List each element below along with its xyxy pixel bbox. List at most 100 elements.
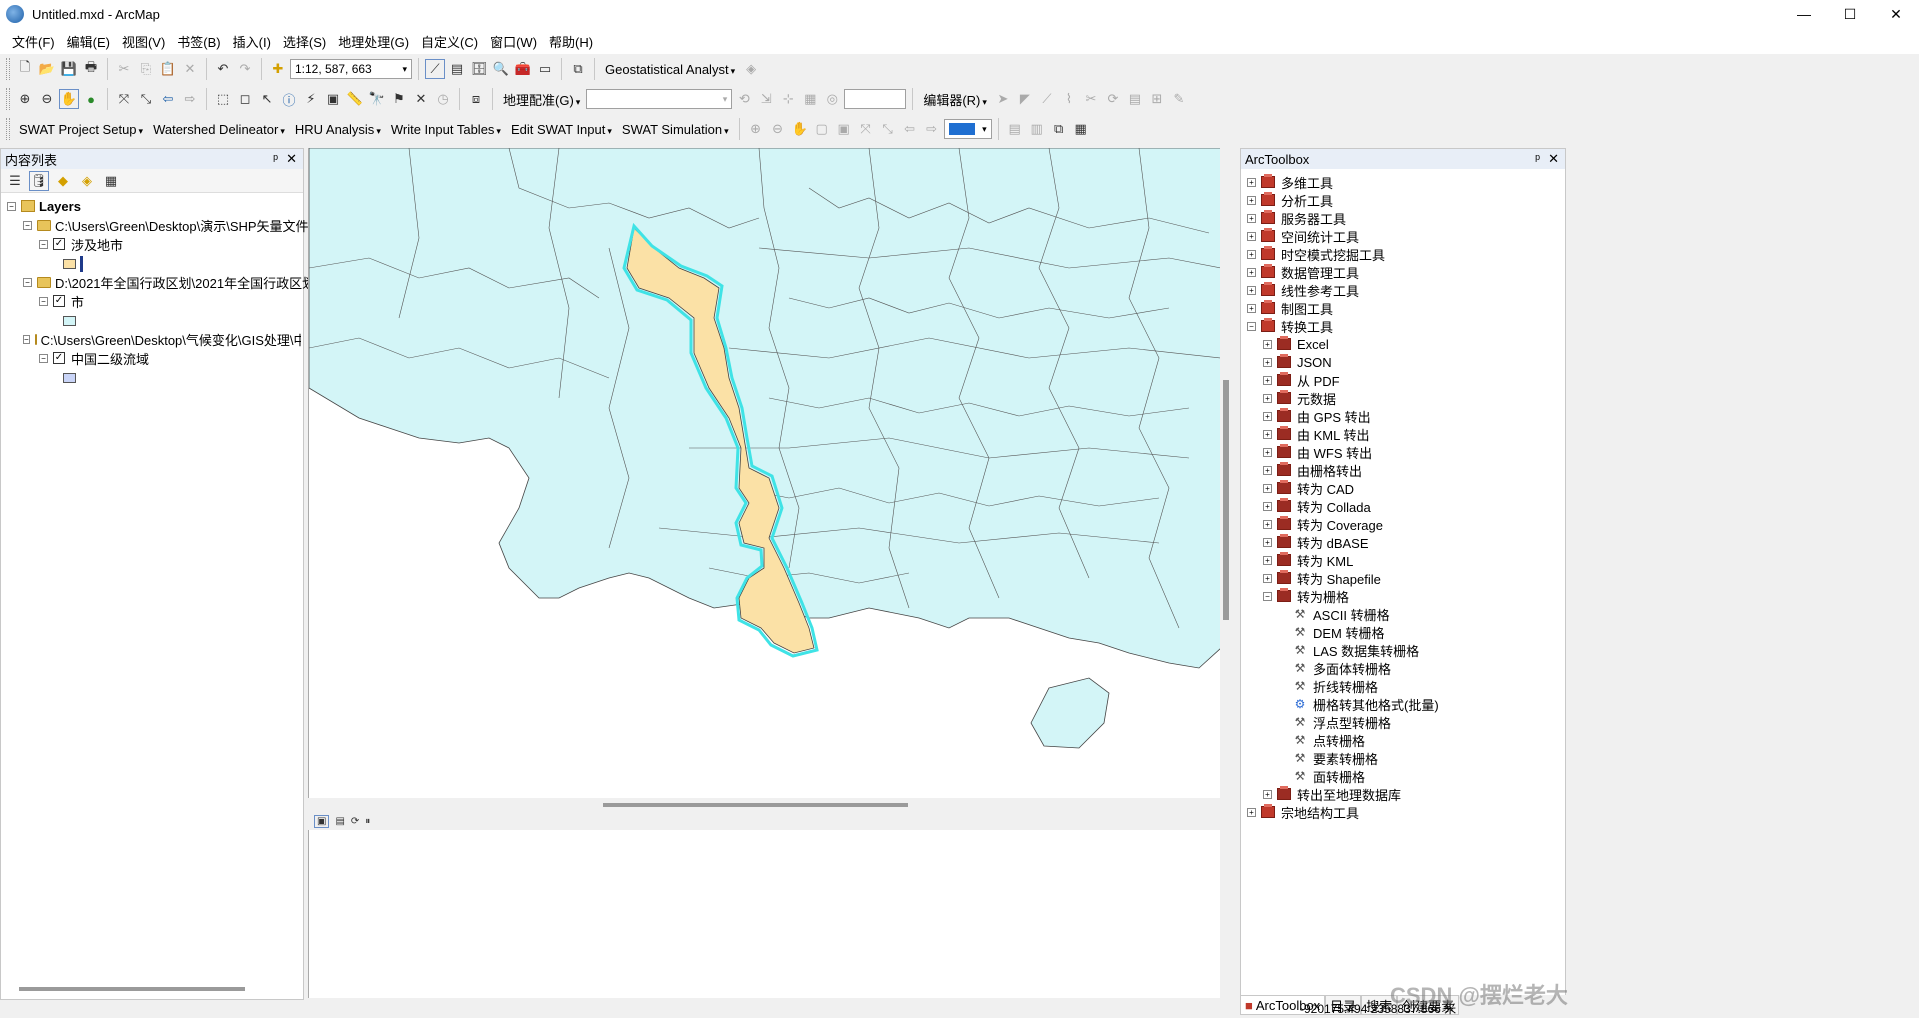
close-icon[interactable]: ✕ xyxy=(286,151,297,167)
edit-annotation-icon[interactable]: ◤ xyxy=(1015,89,1035,109)
rotate-tool-icon[interactable]: ⟳ xyxy=(1103,89,1123,109)
layer-row-3[interactable]: − ✓ 中国二级流域 xyxy=(39,349,149,367)
toolset-item[interactable]: + 转为 dBASE xyxy=(1263,533,1369,551)
toolset-item[interactable]: − 转为栅格 xyxy=(1263,587,1349,605)
edit-swat-input-menu[interactable]: Edit SWAT Input xyxy=(507,122,616,137)
menu-geoprocessing[interactable]: 地理处理(G) xyxy=(332,32,415,51)
tool-item[interactable]: ⚒ ASCII 转栅格 xyxy=(1279,605,1390,623)
focus-data-frame-icon[interactable]: ▥ xyxy=(1027,119,1047,139)
html-popup-icon[interactable]: ▣ xyxy=(323,89,343,109)
collapse-icon[interactable]: − xyxy=(39,239,48,249)
pause-drawing-button[interactable]: ⏸ xyxy=(365,816,370,827)
scrollbar-thumb[interactable] xyxy=(1223,380,1229,620)
add-data-icon[interactable]: ✚ xyxy=(268,59,288,79)
undo-icon[interactable]: ↶ xyxy=(213,59,233,79)
paste-icon[interactable]: 📋 xyxy=(158,59,178,79)
source-folder-2[interactable]: − D:\2021年全国行政区划\2021年全国行政区划 xyxy=(23,273,315,291)
toolset-item[interactable]: + 由 KML 转出 xyxy=(1263,425,1369,443)
time-slider-icon[interactable]: ◷ xyxy=(433,89,453,109)
fixed-zoom-out-icon[interactable]: ⤡ xyxy=(136,89,156,109)
expand-icon[interactable]: + xyxy=(1263,411,1272,421)
expand-icon[interactable]: + xyxy=(1247,303,1256,313)
tool-item[interactable]: ⚒ DEM 转栅格 xyxy=(1279,623,1385,641)
expand-icon[interactable]: + xyxy=(1263,447,1272,457)
data-view-button[interactable]: ▣ xyxy=(314,814,330,828)
toolset-item[interactable]: + 转为 KML xyxy=(1263,551,1353,569)
go-to-xy-icon[interactable]: ✕ xyxy=(411,89,431,109)
data-driven-pages-icon[interactable]: ▦ xyxy=(1071,119,1091,139)
open-folder-icon[interactable]: 📂 xyxy=(37,59,57,79)
next-extent-icon[interactable]: ⇨ xyxy=(922,119,942,139)
layout-zoom-out-icon[interactable]: ⊖ xyxy=(768,119,788,139)
expand-icon[interactable]: + xyxy=(1247,195,1256,205)
save-icon[interactable]: 💾 xyxy=(59,59,79,79)
find-icon[interactable]: 🔭 xyxy=(367,89,387,109)
model-builder-icon[interactable]: ⧉ xyxy=(568,59,588,79)
toolbox-item[interactable]: + 空间统计工具 xyxy=(1247,227,1359,245)
split-tool-icon[interactable]: ✂ xyxy=(1081,89,1101,109)
expand-icon[interactable]: + xyxy=(1263,339,1272,349)
options-icon[interactable]: ▦ xyxy=(101,171,121,191)
tool-item[interactable]: ⚒ 要素转栅格 xyxy=(1279,749,1378,767)
toolbar-grip[interactable] xyxy=(6,88,10,110)
scrollbar-thumb[interactable] xyxy=(603,803,908,807)
zoom-in-icon[interactable]: ⊕ xyxy=(15,89,35,109)
pin-icon[interactable]: ᵖ xyxy=(1535,151,1540,167)
toolset-item[interactable]: + 转出至地理数据库 xyxy=(1263,785,1401,803)
select-features-icon[interactable]: ⬚ xyxy=(213,89,233,109)
layer-symbol-2[interactable] xyxy=(63,312,76,330)
close-icon[interactable]: ✕ xyxy=(1548,151,1559,167)
toolbox-item[interactable]: + 宗地结构工具 xyxy=(1247,803,1359,821)
fixed-zoom-in-icon[interactable]: ⤧ xyxy=(114,89,134,109)
pin-icon[interactable]: ᵖ xyxy=(273,151,278,167)
toolbox-item[interactable]: − 转换工具 xyxy=(1247,317,1333,335)
tool-item[interactable]: ⚙ 栅格转其他格式(批量) xyxy=(1279,695,1439,713)
expand-icon[interactable]: + xyxy=(1247,285,1256,295)
clear-selection-icon[interactable]: ◻ xyxy=(235,89,255,109)
toolbox-item[interactable]: + 多维工具 xyxy=(1247,173,1333,191)
cut-icon[interactable]: ✂ xyxy=(114,59,134,79)
editor-menu[interactable]: 编辑器(R) xyxy=(919,90,991,109)
straight-segment-icon[interactable]: ⟋ xyxy=(1037,89,1057,109)
table-of-contents-icon[interactable]: ▤ xyxy=(447,59,467,79)
attributes-icon[interactable]: ▤ xyxy=(1125,89,1145,109)
geostatistical-analyst-menu[interactable]: Geostatistical Analyst xyxy=(601,62,739,77)
toolbar-grip[interactable] xyxy=(6,58,10,80)
fixed-zoom-in-layout-icon[interactable]: ⤧ xyxy=(856,119,876,139)
catalog-icon[interactable]: 🗄 xyxy=(469,59,489,79)
zoom-whole-page-icon[interactable]: ▢ xyxy=(812,119,832,139)
identify-icon[interactable]: ⓘ xyxy=(279,89,299,109)
toolset-item[interactable]: + 从 PDF xyxy=(1263,371,1340,389)
expand-icon[interactable]: + xyxy=(1263,465,1272,475)
redo-icon[interactable]: ↷ xyxy=(235,59,255,79)
list-by-visibility-icon[interactable]: ◆ xyxy=(53,171,73,191)
collapse-icon[interactable]: − xyxy=(23,220,32,230)
editor-toolbar-icon[interactable]: ⟋ xyxy=(425,59,445,79)
toolbox-item[interactable]: + 分析工具 xyxy=(1247,191,1333,209)
refresh-view-button[interactable]: ⟳ xyxy=(351,816,359,827)
expand-icon[interactable]: + xyxy=(1263,789,1272,799)
expand-icon[interactable]: + xyxy=(1263,519,1272,529)
toolbox-item[interactable]: + 线性参考工具 xyxy=(1247,281,1359,299)
toolbox-item[interactable]: + 数据管理工具 xyxy=(1247,263,1359,281)
expand-icon[interactable]: + xyxy=(1247,177,1256,187)
new-document-icon[interactable]: 🗋 xyxy=(15,59,35,79)
expand-icon[interactable]: + xyxy=(1263,357,1272,367)
expand-icon[interactable]: + xyxy=(1247,807,1256,817)
layer-visibility-checkbox[interactable]: ✓ xyxy=(53,352,65,364)
layer-visibility-checkbox[interactable]: ✓ xyxy=(53,295,65,307)
measure-icon[interactable]: 📏 xyxy=(345,89,365,109)
zoom-out-icon[interactable]: ⊖ xyxy=(37,89,57,109)
add-control-points-icon[interactable]: ⊹ xyxy=(778,89,798,109)
expand-icon[interactable]: + xyxy=(1247,249,1256,259)
trace-icon[interactable]: ⌇ xyxy=(1059,89,1079,109)
menu-bookmarks[interactable]: 书签(B) xyxy=(171,32,226,51)
geostat-wizard-icon[interactable]: ◈ xyxy=(741,59,761,79)
symbol-swatch[interactable] xyxy=(63,373,76,383)
list-by-drawing-order-icon[interactable]: ☰ xyxy=(5,171,25,191)
toc-horizontal-scrollbar[interactable] xyxy=(19,987,245,991)
georef-layer-combo[interactable]: ▾ xyxy=(586,89,733,109)
edit-tool-icon[interactable]: ➤ xyxy=(993,89,1013,109)
tool-item[interactable]: ⚒ 浮点型转栅格 xyxy=(1279,713,1391,731)
map-view[interactable] xyxy=(308,148,1220,998)
